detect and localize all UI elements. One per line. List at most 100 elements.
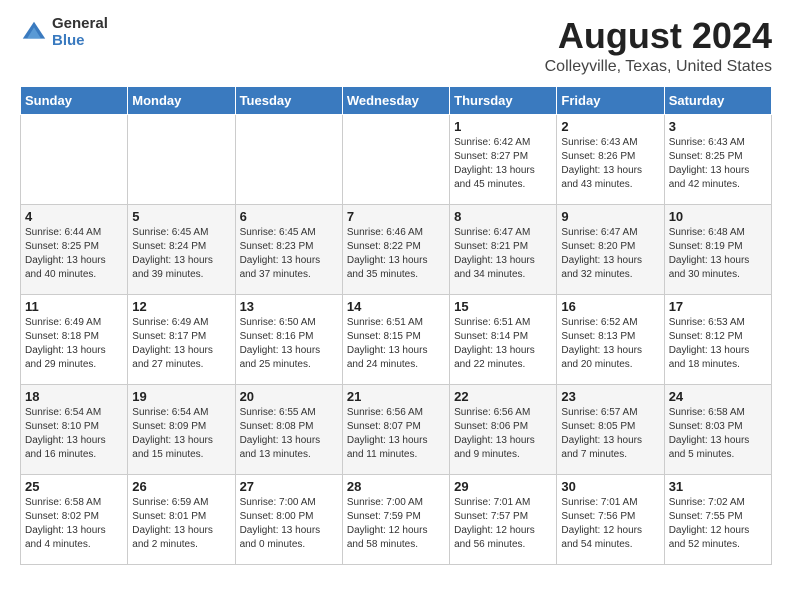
day-info: Sunrise: 7:00 AMSunset: 8:00 PMDaylight:… (240, 496, 338, 552)
calendar-cell: 20Sunrise: 6:55 AMSunset: 8:08 PMDayligh… (235, 384, 342, 474)
day-number: 30 (561, 479, 659, 494)
calendar-cell: 25 Sunrise: 6:58 AMSunset: 8:02 PMDayligh… (21, 474, 128, 564)
calendar-cell: 10Sunrise: 6:48 AMSunset: 8:19 PMDayligh… (664, 204, 771, 294)
calendar-cell: 13Sunrise: 6:50 AMSunset: 8:16 PMDayligh… (235, 294, 342, 384)
calendar-cell: 27 Sunrise: 7:00 AMSunset: 8:00 PMDayligh… (235, 474, 342, 564)
calendar-cell (342, 114, 449, 204)
calendar-cell: 24Sunrise: 6:58 AMSunset: 8:03 PMDayligh… (664, 384, 771, 474)
calendar-cell: 5 Sunrise: 6:45 AMSunset: 8:24 PMDaylight… (128, 204, 235, 294)
day-number: 31 (669, 479, 767, 494)
main-title: August 2024 (545, 16, 772, 56)
day-number: 22 (454, 389, 552, 404)
day-info: Sunrise: 6:43 AMSunset: 8:26 PMDaylight:… (561, 136, 659, 192)
day-number: 8 (454, 209, 552, 224)
title-area: August 2024 Colleyville, Texas, United S… (545, 16, 772, 76)
day-header-monday: Monday (128, 86, 235, 114)
calendar-cell: 12Sunrise: 6:49 AMSunset: 8:17 PMDayligh… (128, 294, 235, 384)
day-header-saturday: Saturday (664, 86, 771, 114)
day-info: Sunrise: 6:52 AMSunset: 8:13 PMDaylight:… (561, 316, 659, 372)
day-number: 11 (25, 299, 123, 314)
day-info: Sunrise: 7:01 AMSunset: 7:56 PMDaylight:… (561, 496, 659, 552)
day-info: Sunrise: 6:53 AMSunset: 8:12 PMDaylight:… (669, 316, 767, 372)
day-info: Sunrise: 6:45 AMSunset: 8:23 PMDaylight:… (240, 226, 338, 282)
sub-title: Colleyville, Texas, United States (545, 58, 772, 76)
day-info: Sunrise: 6:46 AMSunset: 8:22 PMDaylight:… (347, 226, 445, 282)
calendar-cell (128, 114, 235, 204)
day-number: 1 (454, 119, 552, 134)
day-header-wednesday: Wednesday (342, 86, 449, 114)
day-number: 18 (25, 389, 123, 404)
calendar-cell: 22 Sunrise: 6:56 AMSunset: 8:06 PMDayligh… (450, 384, 557, 474)
day-number: 4 (25, 209, 123, 224)
week-row-5: 25 Sunrise: 6:58 AMSunset: 8:02 PMDayligh… (21, 474, 772, 564)
day-info: Sunrise: 6:49 AMSunset: 8:18 PMDaylight:… (25, 316, 123, 372)
day-number: 26 (132, 479, 230, 494)
calendar-cell: 2 Sunrise: 6:43 AMSunset: 8:26 PMDaylight… (557, 114, 664, 204)
day-info: Sunrise: 6:54 AMSunset: 8:10 PMDaylight:… (25, 406, 123, 462)
day-number: 27 (240, 479, 338, 494)
day-header-thursday: Thursday (450, 86, 557, 114)
day-info: Sunrise: 6:47 AMSunset: 8:20 PMDaylight:… (561, 226, 659, 282)
calendar-cell: 21Sunrise: 6:56 AMSunset: 8:07 PMDayligh… (342, 384, 449, 474)
day-number: 6 (240, 209, 338, 224)
week-row-4: 18 Sunrise: 6:54 AMSunset: 8:10 PMDayligh… (21, 384, 772, 474)
day-info: Sunrise: 6:58 AMSunset: 8:02 PMDaylight:… (25, 496, 123, 552)
calendar-cell: 14Sunrise: 6:51 AMSunset: 8:15 PMDayligh… (342, 294, 449, 384)
day-header-tuesday: Tuesday (235, 86, 342, 114)
day-number: 9 (561, 209, 659, 224)
day-info: Sunrise: 6:45 AMSunset: 8:24 PMDaylight:… (132, 226, 230, 282)
calendar-cell: 26 Sunrise: 6:59 AMSunset: 8:01 PMDayligh… (128, 474, 235, 564)
day-info: Sunrise: 6:58 AMSunset: 8:03 PMDaylight:… (669, 406, 767, 462)
day-header-sunday: Sunday (21, 86, 128, 114)
day-info: Sunrise: 6:57 AMSunset: 8:05 PMDaylight:… (561, 406, 659, 462)
day-info: Sunrise: 6:51 AMSunset: 8:14 PMDaylight:… (454, 316, 552, 372)
calendar-cell: 23 Sunrise: 6:57 AMSunset: 8:05 PMDayligh… (557, 384, 664, 474)
calendar-cell: 9 Sunrise: 6:47 AMSunset: 8:20 PMDaylight… (557, 204, 664, 294)
day-number: 17 (669, 299, 767, 314)
calendar-cell: 3 Sunrise: 6:43 AMSunset: 8:25 PMDaylight… (664, 114, 771, 204)
calendar-cell: 15 Sunrise: 6:51 AMSunset: 8:14 PMDayligh… (450, 294, 557, 384)
day-info: Sunrise: 6:42 AMSunset: 8:27 PMDaylight:… (454, 136, 552, 192)
logo-blue: Blue (52, 33, 108, 50)
day-number: 25 (25, 479, 123, 494)
day-info: Sunrise: 6:56 AMSunset: 8:06 PMDaylight:… (454, 406, 552, 462)
calendar: SundayMondayTuesdayWednesdayThursdayFrid… (20, 86, 772, 565)
day-number: 23 (561, 389, 659, 404)
calendar-cell: 17 Sunrise: 6:53 AMSunset: 8:12 PMDayligh… (664, 294, 771, 384)
day-number: 29 (454, 479, 552, 494)
header-area: General Blue August 2024 Colleyville, Te… (20, 16, 772, 76)
day-number: 16 (561, 299, 659, 314)
calendar-cell: 1 Sunrise: 6:42 AMSunset: 8:27 PMDaylight… (450, 114, 557, 204)
day-number: 3 (669, 119, 767, 134)
day-number: 7 (347, 209, 445, 224)
calendar-cell: 6 Sunrise: 6:45 AMSunset: 8:23 PMDaylight… (235, 204, 342, 294)
day-info: Sunrise: 6:56 AMSunset: 8:07 PMDaylight:… (347, 406, 445, 462)
day-number: 19 (132, 389, 230, 404)
calendar-header: SundayMondayTuesdayWednesdayThursdayFrid… (21, 86, 772, 114)
calendar-cell: 18 Sunrise: 6:54 AMSunset: 8:10 PMDayligh… (21, 384, 128, 474)
day-number: 15 (454, 299, 552, 314)
day-info: Sunrise: 7:02 AMSunset: 7:55 PMDaylight:… (669, 496, 767, 552)
day-info: Sunrise: 6:43 AMSunset: 8:25 PMDaylight:… (669, 136, 767, 192)
day-info: Sunrise: 7:01 AMSunset: 7:57 PMDaylight:… (454, 496, 552, 552)
day-info: Sunrise: 6:44 AMSunset: 8:25 PMDaylight:… (25, 226, 123, 282)
day-number: 5 (132, 209, 230, 224)
day-number: 13 (240, 299, 338, 314)
day-number: 14 (347, 299, 445, 314)
days-of-week-row: SundayMondayTuesdayWednesdayThursdayFrid… (21, 86, 772, 114)
calendar-body: 1 Sunrise: 6:42 AMSunset: 8:27 PMDaylight… (21, 114, 772, 564)
day-info: Sunrise: 6:59 AMSunset: 8:01 PMDaylight:… (132, 496, 230, 552)
calendar-cell: 19Sunrise: 6:54 AMSunset: 8:09 PMDayligh… (128, 384, 235, 474)
calendar-cell: 28Sunrise: 7:00 AMSunset: 7:59 PMDayligh… (342, 474, 449, 564)
calendar-cell: 30 Sunrise: 7:01 AMSunset: 7:56 PMDayligh… (557, 474, 664, 564)
day-info: Sunrise: 6:47 AMSunset: 8:21 PMDaylight:… (454, 226, 552, 282)
day-info: Sunrise: 6:55 AMSunset: 8:08 PMDaylight:… (240, 406, 338, 462)
day-header-friday: Friday (557, 86, 664, 114)
calendar-cell: 8 Sunrise: 6:47 AMSunset: 8:21 PMDaylight… (450, 204, 557, 294)
calendar-cell (235, 114, 342, 204)
logo: General Blue (20, 16, 108, 49)
day-number: 28 (347, 479, 445, 494)
calendar-cell: 31 Sunrise: 7:02 AMSunset: 7:55 PMDayligh… (664, 474, 771, 564)
calendar-cell (21, 114, 128, 204)
day-number: 2 (561, 119, 659, 134)
